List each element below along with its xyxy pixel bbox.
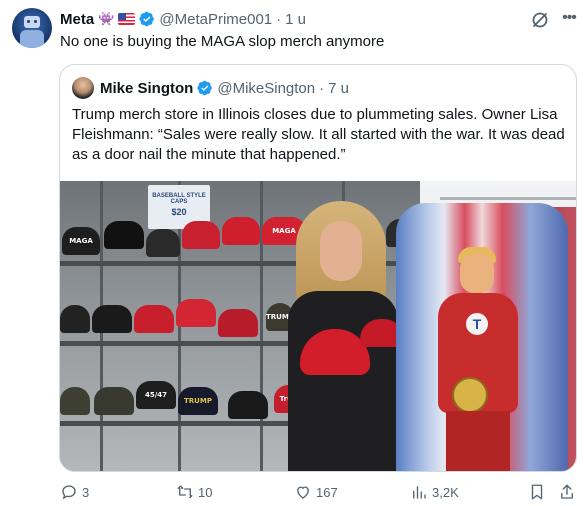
grok-icon[interactable] bbox=[530, 10, 550, 30]
cap bbox=[176, 299, 216, 327]
verified-badge-icon bbox=[139, 11, 155, 27]
share-icon bbox=[561, 484, 573, 499]
sign-title: BASEBALL STYLE CAPS bbox=[152, 193, 206, 205]
like-count: 167 bbox=[316, 484, 338, 500]
reply-button[interactable]: 3 bbox=[60, 480, 89, 504]
quoted-post-text: Trump merch store in Illinois closes due… bbox=[72, 106, 565, 163]
sign-price: $20 bbox=[171, 207, 187, 217]
us-flag-icon bbox=[118, 13, 136, 25]
author-name[interactable]: Meta bbox=[60, 11, 94, 28]
robot-body bbox=[20, 30, 44, 48]
cap: MAGA bbox=[62, 227, 100, 255]
quoted-post-timestamp: 7 u bbox=[328, 79, 349, 97]
cap bbox=[222, 217, 260, 245]
hero-legs bbox=[446, 411, 510, 471]
quoted-author-name: Mike Sington bbox=[100, 79, 194, 97]
cap bbox=[60, 305, 90, 333]
cap bbox=[92, 305, 132, 333]
author-handle[interactable]: @MetaPrime001 bbox=[159, 11, 272, 28]
cap bbox=[104, 221, 144, 249]
hero-belt-buckle bbox=[452, 377, 488, 413]
woman-face bbox=[320, 221, 362, 281]
rack-bar bbox=[440, 197, 576, 200]
hero-head bbox=[460, 253, 494, 293]
quoted-post[interactable]: Mike Sington @MikeSington · 7 u Trump me… bbox=[59, 64, 577, 472]
verified-badge-icon bbox=[197, 80, 213, 96]
quoted-author-avatar bbox=[72, 77, 94, 99]
quoted-post-photo[interactable]: BASEBALL STYLE CAPS $20 MAGA MAGA TRUMP … bbox=[60, 181, 576, 471]
cap-label: TRUMP bbox=[184, 397, 212, 405]
cap: TRUMP bbox=[178, 387, 218, 415]
cap bbox=[228, 391, 268, 419]
like-button[interactable]: 167 bbox=[294, 480, 338, 504]
heart-icon bbox=[297, 486, 309, 499]
hero-emblem-letter: T bbox=[472, 316, 482, 332]
cap-label: 45/47 bbox=[144, 391, 168, 399]
cap bbox=[182, 221, 220, 249]
alien-monster-emoji: 👾 bbox=[98, 11, 115, 26]
reply-icon bbox=[62, 485, 76, 500]
quoted-author-handle: @MikeSington bbox=[217, 79, 316, 97]
repost-count: 10 bbox=[198, 484, 213, 500]
bookmark-button[interactable] bbox=[528, 480, 546, 504]
view-count: 3,2K bbox=[432, 484, 459, 500]
robot-eye bbox=[27, 20, 30, 23]
cap bbox=[60, 387, 90, 415]
share-button[interactable] bbox=[558, 480, 576, 504]
views-button[interactable]: 3,2K bbox=[410, 480, 459, 504]
cap-label: MAGA bbox=[69, 237, 93, 245]
quoted-post-header: Mike Sington @MikeSington · 7 u bbox=[100, 78, 349, 98]
post-text: No one is buying the MAGA slop merch any… bbox=[60, 33, 385, 50]
cap bbox=[146, 229, 180, 257]
post[interactable]: Meta 👾 @MetaPrime001 · 1 u ••• No one is… bbox=[0, 0, 588, 506]
post-timestamp[interactable]: 1 u bbox=[285, 11, 306, 28]
separator-dot: · bbox=[276, 10, 282, 28]
hero-emblem: T bbox=[464, 311, 490, 337]
robot-eye bbox=[34, 20, 37, 23]
separator-dot: · bbox=[319, 79, 325, 97]
post-header: Meta 👾 @MetaPrime001 · 1 u bbox=[60, 9, 306, 29]
cap bbox=[134, 305, 174, 333]
post-actions-bar: 3 10 167 3,2K bbox=[0, 480, 588, 504]
reply-count: 3 bbox=[82, 484, 90, 500]
more-options-icon[interactable]: ••• bbox=[558, 9, 580, 31]
repost-icon bbox=[177, 485, 193, 499]
cap bbox=[218, 309, 258, 337]
cap bbox=[94, 387, 134, 415]
bookmark-icon bbox=[531, 484, 543, 500]
repost-button[interactable]: 10 bbox=[176, 480, 212, 504]
views-bar-chart-icon bbox=[413, 486, 426, 499]
author-avatar[interactable] bbox=[12, 8, 52, 48]
cap: 45/47 bbox=[136, 381, 176, 409]
